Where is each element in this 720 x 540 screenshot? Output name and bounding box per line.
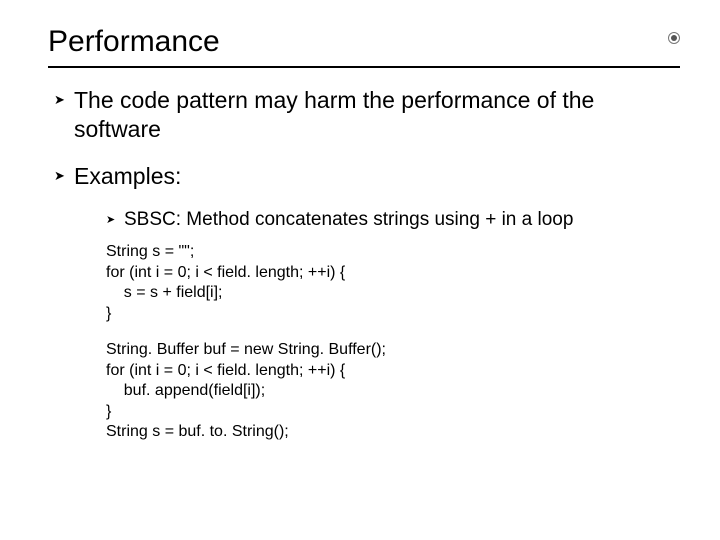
code-block-2: String. Buffer buf = new String. Buffer(… xyxy=(106,340,680,442)
bullet-text: Examples: xyxy=(74,162,181,191)
arrow-bullet-icon: ➤ xyxy=(54,162,74,190)
slide: Performance ➤ The code pattern may harm … xyxy=(0,0,720,540)
slide-title: Performance xyxy=(48,24,680,60)
title-underline xyxy=(48,66,680,68)
bullet-text: The code pattern may harm the performanc… xyxy=(74,86,654,144)
bullet-item-2: ➤ Examples: xyxy=(54,162,680,191)
arrow-bullet-icon: ➤ xyxy=(54,86,74,114)
sub-bullet-text: SBSC: Method concatenates strings using … xyxy=(124,208,573,232)
arrow-bullet-icon: ➤ xyxy=(106,208,124,232)
bullet-item-1: ➤ The code pattern may harm the performa… xyxy=(54,86,680,144)
sub-bullet-item-1: ➤ SBSC: Method concatenates strings usin… xyxy=(106,208,680,232)
code-block-1: String s = ""; for (int i = 0; i < field… xyxy=(106,242,680,324)
decorative-dot-icon xyxy=(668,32,680,44)
